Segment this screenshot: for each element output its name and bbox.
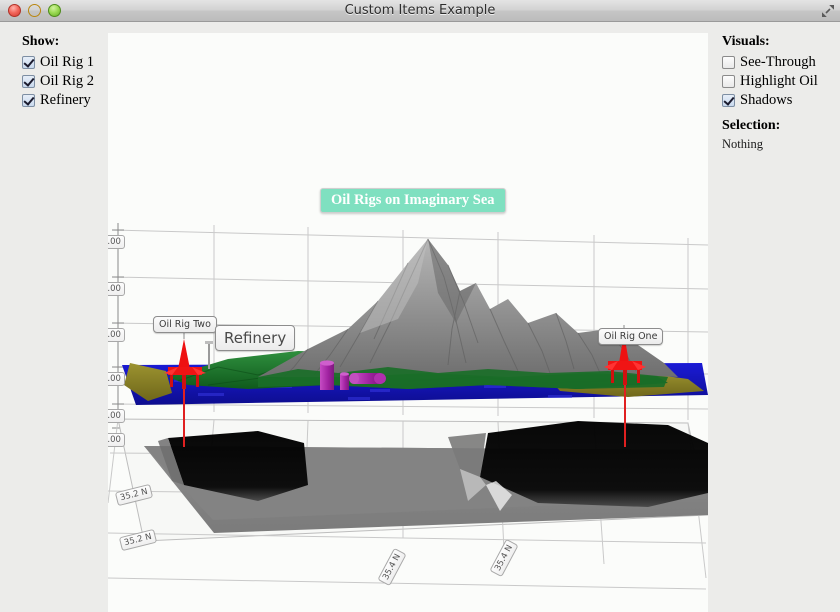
refinery-label[interactable]: Refinery: [215, 325, 295, 351]
visuals-panel: Visuals: See-Through Highlight Oil Shado…: [708, 22, 840, 612]
window-titlebar: Custom Items Example: [0, 0, 840, 22]
axis-label-y-4: 0.00: [108, 372, 125, 386]
axis-label-y-5: 0.00: [108, 409, 125, 423]
checkbox-refinery-box[interactable]: [22, 94, 35, 107]
checkbox-oil-rig-1-box[interactable]: [22, 56, 35, 69]
oil-rig-two-label[interactable]: Oil Rig Two: [153, 316, 217, 333]
checkbox-refinery-label: Refinery: [40, 93, 91, 108]
checkbox-highlight-oil[interactable]: Highlight Oil: [722, 72, 818, 91]
checkbox-shadows-label: Shadows: [740, 93, 792, 108]
checkbox-oil-rig-2-label: Oil Rig 2: [40, 74, 94, 89]
axis-label-y-6: 0.00: [108, 433, 125, 447]
checkbox-oil-rig-1-label: Oil Rig 1: [40, 55, 94, 70]
axis-label-y-3: 0.00: [108, 328, 125, 342]
scene-3d-view[interactable]: 0.00 0.00 0.00 0.00 0.00 0.00 35.2 N 35.…: [108, 33, 708, 612]
checkbox-oil-rig-1[interactable]: Oil Rig 1: [22, 53, 94, 72]
scene-title-label[interactable]: Oil Rigs on Imaginary Sea: [320, 188, 506, 213]
checkbox-see-through-box[interactable]: [722, 56, 735, 69]
show-panel: Show: Oil Rig 1 Oil Rig 2 Refinery: [0, 22, 108, 612]
show-panel-heading: Show:: [22, 34, 94, 50]
axis-label-y-2: 0.00: [108, 282, 125, 296]
selection-value: Nothing: [722, 137, 818, 152]
oil-rig-one-label[interactable]: Oil Rig One: [598, 328, 663, 345]
visuals-panel-heading: Visuals:: [722, 34, 818, 50]
app-window: Custom Items Example Show: Oil Rig 1 Oil…: [0, 0, 840, 612]
checkbox-oil-rig-2[interactable]: Oil Rig 2: [22, 72, 94, 91]
axis-label-y-1: 0.00: [108, 235, 125, 249]
checkbox-highlight-oil-box[interactable]: [722, 75, 735, 88]
checkbox-see-through[interactable]: See-Through: [722, 53, 818, 72]
checkbox-oil-rig-2-box[interactable]: [22, 75, 35, 88]
checkbox-refinery[interactable]: Refinery: [22, 91, 94, 110]
checkbox-see-through-label: See-Through: [740, 55, 816, 70]
window-title: Custom Items Example: [0, 0, 840, 22]
window-content: Show: Oil Rig 1 Oil Rig 2 Refinery Visua…: [0, 22, 840, 612]
selection-heading: Selection:: [722, 118, 818, 134]
checkbox-shadows[interactable]: Shadows: [722, 91, 818, 110]
checkbox-highlight-oil-label: Highlight Oil: [740, 74, 818, 89]
checkbox-shadows-box[interactable]: [722, 94, 735, 107]
fullscreen-icon[interactable]: [821, 4, 835, 18]
